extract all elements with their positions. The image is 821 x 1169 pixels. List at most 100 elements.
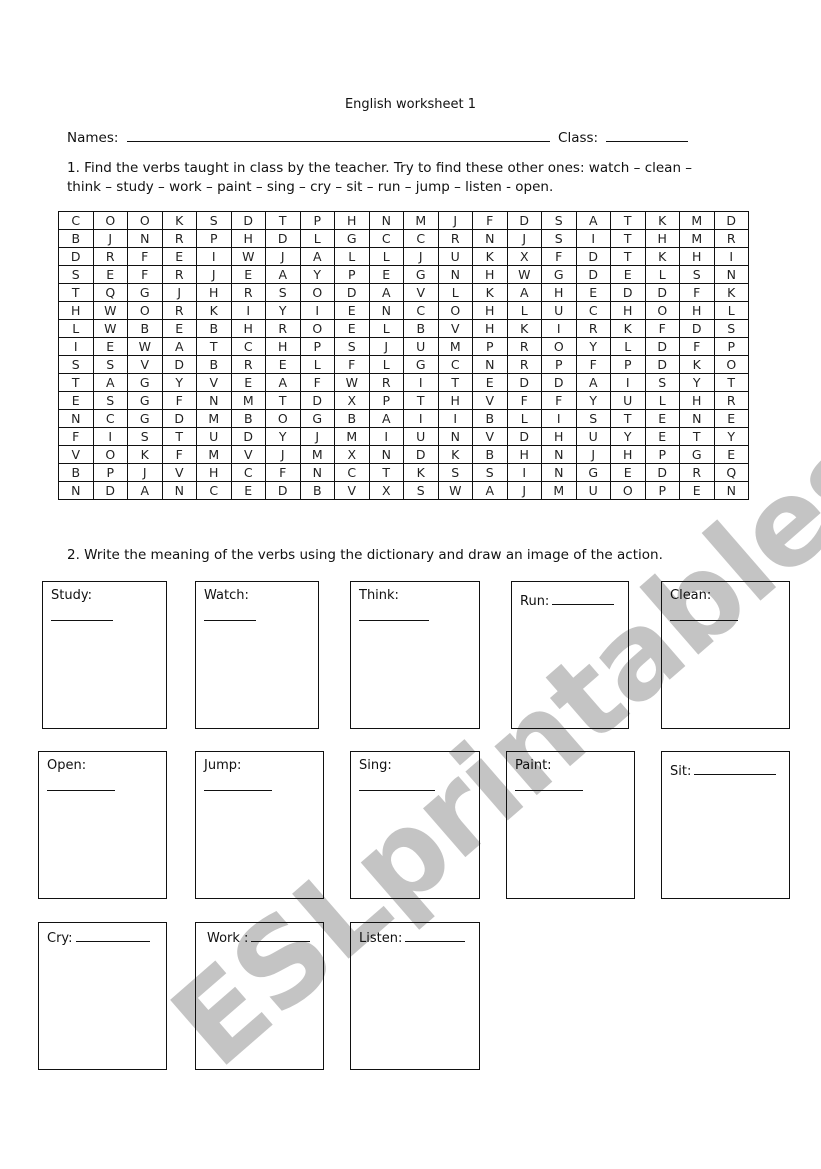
grid-cell[interactable]: E bbox=[92, 337, 128, 356]
grid-cell[interactable]: P bbox=[368, 391, 404, 410]
grid-cell[interactable]: L bbox=[368, 247, 404, 266]
grid-cell[interactable]: R bbox=[713, 391, 749, 410]
grid-cell[interactable]: Y bbox=[299, 265, 335, 284]
grid-cell[interactable]: T bbox=[265, 391, 301, 410]
meaning-blank[interactable] bbox=[405, 929, 466, 942]
grid-cell[interactable]: O bbox=[644, 301, 680, 320]
grid-cell[interactable]: D bbox=[644, 337, 680, 356]
grid-cell[interactable]: K bbox=[644, 247, 680, 266]
grid-cell[interactable]: G bbox=[127, 409, 163, 428]
grid-cell[interactable]: N bbox=[713, 265, 749, 284]
grid-cell[interactable]: W bbox=[506, 265, 542, 284]
grid-cell[interactable]: F bbox=[299, 373, 335, 392]
grid-cell[interactable]: D bbox=[644, 463, 680, 482]
grid-cell[interactable]: R bbox=[230, 283, 266, 302]
grid-cell[interactable]: H bbox=[472, 319, 508, 338]
grid-cell[interactable]: M bbox=[541, 481, 577, 500]
grid-cell[interactable]: F bbox=[58, 427, 94, 446]
grid-cell[interactable]: T bbox=[610, 247, 646, 266]
grid-cell[interactable]: T bbox=[403, 391, 439, 410]
grid-cell[interactable]: X bbox=[334, 445, 370, 464]
grid-cell[interactable]: W bbox=[127, 337, 163, 356]
grid-cell[interactable]: K bbox=[506, 319, 542, 338]
grid-cell[interactable]: H bbox=[230, 319, 266, 338]
grid-cell[interactable]: D bbox=[265, 481, 301, 500]
grid-cell[interactable]: H bbox=[334, 211, 370, 230]
grid-cell[interactable]: V bbox=[230, 445, 266, 464]
meaning-blank[interactable] bbox=[75, 929, 150, 942]
grid-cell[interactable]: B bbox=[334, 409, 370, 428]
grid-cell[interactable]: F bbox=[575, 355, 611, 374]
meaning-blank[interactable] bbox=[204, 790, 272, 791]
grid-cell[interactable]: T bbox=[58, 373, 94, 392]
grid-cell[interactable]: S bbox=[92, 391, 128, 410]
grid-cell[interactable]: I bbox=[506, 463, 542, 482]
grid-cell[interactable]: D bbox=[334, 283, 370, 302]
grid-cell[interactable]: P bbox=[644, 445, 680, 464]
grid-cell[interactable]: T bbox=[196, 337, 232, 356]
grid-cell[interactable]: D bbox=[506, 211, 542, 230]
grid-cell[interactable]: B bbox=[196, 355, 232, 374]
grid-cell[interactable]: T bbox=[161, 427, 197, 446]
grid-cell[interactable]: N bbox=[541, 463, 577, 482]
grid-cell[interactable]: V bbox=[472, 391, 508, 410]
grid-cell[interactable]: I bbox=[541, 409, 577, 428]
grid-cell[interactable]: K bbox=[161, 211, 197, 230]
grid-cell[interactable]: N bbox=[437, 265, 473, 284]
grid-cell[interactable]: K bbox=[610, 319, 646, 338]
grid-cell[interactable]: J bbox=[299, 427, 335, 446]
grid-cell[interactable]: W bbox=[92, 301, 128, 320]
grid-cell[interactable]: W bbox=[230, 247, 266, 266]
grid-cell[interactable]: D bbox=[575, 265, 611, 284]
grid-cell[interactable]: R bbox=[368, 373, 404, 392]
grid-cell[interactable]: X bbox=[506, 247, 542, 266]
grid-cell[interactable]: V bbox=[334, 481, 370, 500]
grid-cell[interactable]: R bbox=[713, 229, 749, 248]
meaning-blank[interactable] bbox=[552, 592, 615, 605]
grid-cell[interactable]: D bbox=[610, 283, 646, 302]
grid-cell[interactable]: N bbox=[472, 355, 508, 374]
grid-cell[interactable]: G bbox=[127, 283, 163, 302]
grid-cell[interactable]: P bbox=[472, 337, 508, 356]
grid-cell[interactable]: S bbox=[679, 265, 715, 284]
grid-cell[interactable]: G bbox=[127, 373, 163, 392]
grid-cell[interactable]: S bbox=[127, 427, 163, 446]
grid-cell[interactable]: U bbox=[437, 247, 473, 266]
grid-cell[interactable]: E bbox=[230, 481, 266, 500]
grid-cell[interactable]: T bbox=[679, 427, 715, 446]
grid-cell[interactable]: E bbox=[161, 319, 197, 338]
grid-cell[interactable]: S bbox=[58, 355, 94, 374]
class-blank[interactable] bbox=[606, 128, 689, 142]
grid-cell[interactable]: O bbox=[299, 283, 335, 302]
grid-cell[interactable]: N bbox=[58, 481, 94, 500]
grid-cell[interactable]: W bbox=[334, 373, 370, 392]
grid-cell[interactable]: A bbox=[506, 283, 542, 302]
grid-cell[interactable]: H bbox=[472, 265, 508, 284]
grid-cell[interactable]: O bbox=[541, 337, 577, 356]
grid-cell[interactable]: T bbox=[58, 283, 94, 302]
grid-cell[interactable]: D bbox=[506, 427, 542, 446]
grid-cell[interactable]: C bbox=[368, 229, 404, 248]
grid-cell[interactable]: J bbox=[92, 229, 128, 248]
grid-cell[interactable]: O bbox=[265, 409, 301, 428]
grid-cell[interactable]: V bbox=[196, 373, 232, 392]
grid-cell[interactable]: N bbox=[127, 229, 163, 248]
grid-cell[interactable]: R bbox=[679, 463, 715, 482]
grid-cell[interactable]: I bbox=[58, 337, 94, 356]
meaning-blank[interactable] bbox=[359, 790, 435, 791]
grid-cell[interactable]: K bbox=[472, 247, 508, 266]
grid-cell[interactable]: E bbox=[230, 265, 266, 284]
grid-cell[interactable]: H bbox=[541, 283, 577, 302]
grid-cell[interactable]: V bbox=[472, 427, 508, 446]
grid-cell[interactable]: S bbox=[541, 211, 577, 230]
grid-cell[interactable]: D bbox=[403, 445, 439, 464]
grid-cell[interactable]: T bbox=[713, 373, 749, 392]
grid-cell[interactable]: L bbox=[299, 355, 335, 374]
grid-cell[interactable]: D bbox=[679, 319, 715, 338]
grid-cell[interactable]: S bbox=[265, 283, 301, 302]
grid-cell[interactable]: V bbox=[58, 445, 94, 464]
grid-cell[interactable]: C bbox=[92, 409, 128, 428]
grid-cell[interactable]: I bbox=[403, 409, 439, 428]
grid-cell[interactable]: A bbox=[265, 265, 301, 284]
grid-cell[interactable]: K bbox=[437, 445, 473, 464]
